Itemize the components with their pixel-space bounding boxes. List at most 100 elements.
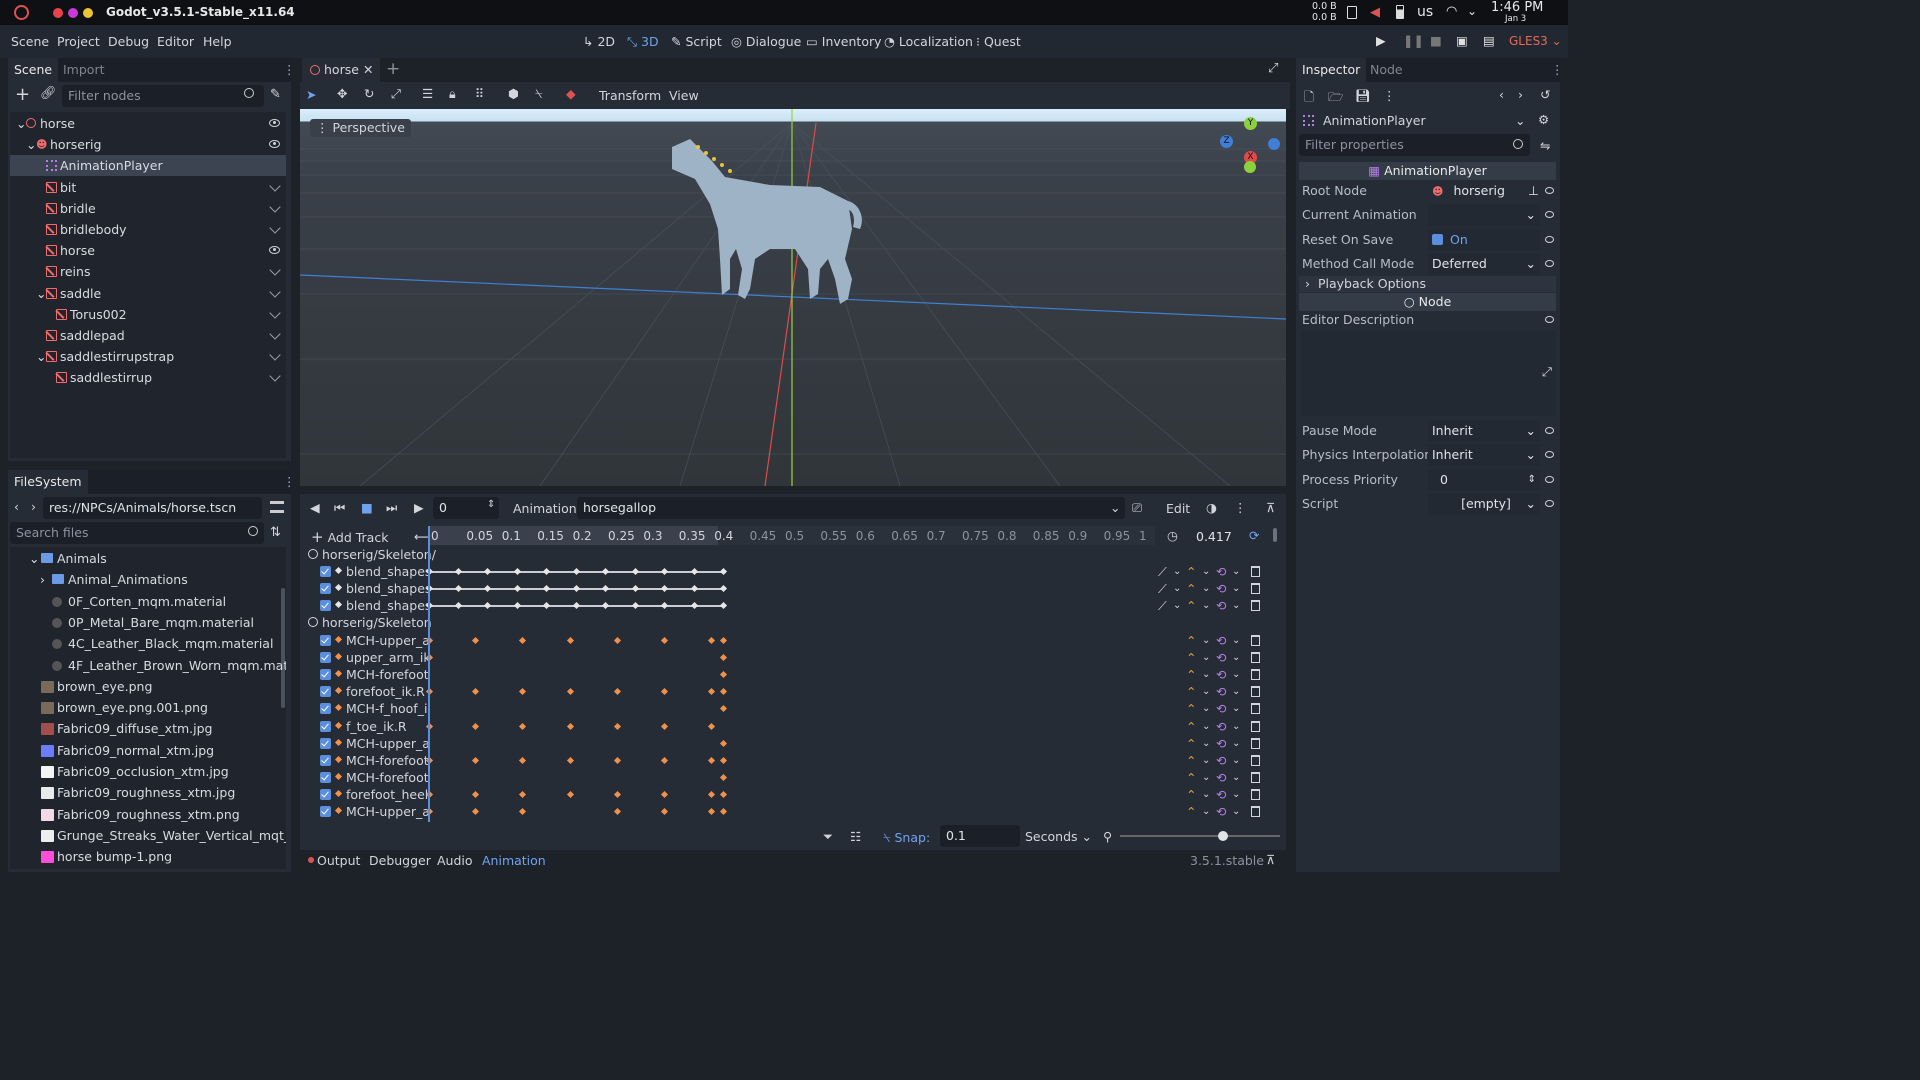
loop-wrap-icon[interactable]: ⟲ bbox=[1216, 718, 1226, 735]
workspace-localization-button[interactable]: ◔ Localization bbox=[884, 34, 973, 49]
scene-tree-item[interactable]: saddlepad bbox=[10, 325, 286, 346]
loop-wrap-icon[interactable]: ⟲ bbox=[1216, 666, 1226, 683]
snap-step-input[interactable]: 0.1 bbox=[940, 825, 1020, 847]
animation-track[interactable]: MCH-f_hoof_ik ⌃ ⌄ ⟲ ⌄ bbox=[306, 700, 1272, 717]
split-view-icon[interactable] bbox=[270, 501, 284, 513]
play-scene-icon[interactable]: ▣ bbox=[1456, 33, 1468, 48]
timeline-scrollbar[interactable] bbox=[1273, 528, 1277, 542]
track-enabled-checkbox[interactable] bbox=[320, 788, 331, 800]
history-icon[interactable]: ↺ bbox=[1540, 87, 1550, 102]
reset-icon[interactable] bbox=[1545, 260, 1554, 267]
group-icon[interactable]: ⠿ bbox=[475, 86, 484, 101]
chevron-down-icon[interactable]: ⌄ bbox=[1232, 563, 1240, 580]
history-back-icon[interactable]: ‹ bbox=[1499, 87, 1504, 102]
file-list-item[interactable]: Fabric09_roughness_xtm.jpg bbox=[10, 782, 286, 803]
keyframe[interactable] bbox=[613, 688, 622, 696]
visibility-toggle-icon[interactable] bbox=[269, 201, 281, 213]
interpolation-icon[interactable]: ⌃ bbox=[1186, 700, 1196, 717]
keyframe[interactable] bbox=[518, 722, 527, 730]
snap-icon[interactable]: ⍀ bbox=[535, 86, 543, 102]
play-custom-scene-icon[interactable]: ▤ bbox=[1483, 33, 1495, 48]
scene-tree-item[interactable]: ⌄ ☻ horserig bbox=[10, 134, 286, 155]
animation-track[interactable]: forefoot_ik.R ⌃ ⌄ ⟲ ⌄ bbox=[306, 683, 1272, 700]
chevron-down-icon[interactable]: ⌄ bbox=[1232, 580, 1240, 597]
interpolation-icon[interactable]: ⌃ bbox=[1186, 803, 1196, 820]
view-menu[interactable]: View bbox=[669, 88, 699, 103]
scene-tree-item[interactable]: ⌄ saddlestirrupstrap bbox=[10, 346, 286, 367]
track-enabled-checkbox[interactable] bbox=[320, 703, 331, 715]
stop-animation-icon[interactable]: ■ bbox=[361, 500, 373, 515]
new-resource-icon[interactable]: 🗋︎ bbox=[1304, 88, 1314, 109]
keyframe[interactable] bbox=[707, 807, 716, 816]
keyboard-layout[interactable]: us bbox=[1417, 4, 1433, 20]
assign-node-icon[interactable]: ⊥ bbox=[1528, 180, 1539, 202]
chevron-down-icon[interactable]: ⌄ bbox=[1232, 683, 1240, 700]
keyframe[interactable] bbox=[719, 807, 728, 816]
keyframe[interactable] bbox=[542, 567, 551, 576]
loop-wrap-icon[interactable]: ⟲ bbox=[1216, 752, 1226, 769]
add-track-button[interactable]: + Add Track bbox=[311, 528, 388, 546]
delete-track-icon[interactable] bbox=[1251, 806, 1260, 817]
delete-track-icon[interactable] bbox=[1251, 566, 1260, 577]
volume-muted-icon[interactable]: ◀ bbox=[1370, 5, 1380, 20]
loop-wrap-icon[interactable]: ⟲ bbox=[1216, 632, 1226, 649]
distraction-free-icon[interactable]: ⤢ bbox=[1268, 61, 1278, 76]
keyframe[interactable] bbox=[601, 602, 610, 610]
keyframe[interactable] bbox=[601, 567, 610, 576]
spin-arrows-icon[interactable]: ⇕ bbox=[1528, 469, 1536, 491]
chevron-down-icon[interactable]: ⌄ bbox=[1202, 580, 1210, 597]
inspector-menu-icon[interactable]: ⋮ bbox=[1551, 62, 1564, 77]
keyframe[interactable] bbox=[471, 688, 480, 696]
track-enabled-checkbox[interactable] bbox=[320, 583, 331, 595]
menu-scene[interactable]: Scene bbox=[11, 34, 49, 49]
renderer-selector[interactable]: GLES3 ⌄ bbox=[1509, 34, 1562, 48]
snap-unit-select[interactable]: Seconds ⌄ bbox=[1025, 829, 1092, 844]
keyframe[interactable] bbox=[483, 585, 492, 593]
reset-icon[interactable] bbox=[1545, 316, 1554, 323]
track-enabled-checkbox[interactable] bbox=[320, 566, 331, 577]
chevron-down-icon[interactable]: ⌄ bbox=[1232, 700, 1240, 717]
keyframe[interactable] bbox=[566, 688, 575, 696]
visibility-eye-icon[interactable] bbox=[269, 140, 280, 149]
scene-tree-item[interactable]: bridlebody bbox=[10, 219, 286, 240]
keyframe[interactable] bbox=[518, 636, 527, 645]
chevron-down-icon[interactable]: ⌄ bbox=[1232, 769, 1240, 786]
keyframe[interactable] bbox=[660, 585, 669, 593]
keyframe[interactable] bbox=[631, 567, 640, 576]
animation-track[interactable]: blend_shapes/ ⟋ ⌄ ⌃ ⌄ ⟲ ⌄ bbox=[306, 563, 1272, 580]
chevron-down-icon[interactable]: ⌄ bbox=[29, 548, 39, 569]
keyframe[interactable] bbox=[471, 722, 480, 730]
chevron-down-icon[interactable]: ⌄ bbox=[1173, 580, 1181, 597]
interpolation-icon[interactable]: ⌃ bbox=[1186, 580, 1196, 597]
tab-import[interactable]: Import bbox=[57, 58, 111, 82]
playhead[interactable] bbox=[428, 526, 430, 822]
interpolation-icon[interactable]: ⌃ bbox=[1186, 683, 1196, 700]
close-window-button[interactable] bbox=[53, 8, 63, 18]
interpolation-icon[interactable]: ⌃ bbox=[1186, 563, 1196, 580]
current-animation-select[interactable]: ⌄ bbox=[1428, 204, 1540, 226]
track-enabled-checkbox[interactable] bbox=[320, 686, 331, 698]
gizmo-y-axis[interactable]: Y bbox=[1244, 117, 1257, 130]
track-group-header[interactable]: horserig/Skeleton/ bbox=[306, 546, 1272, 563]
loop-wrap-icon[interactable]: ⟲ bbox=[1216, 649, 1226, 666]
keyframe[interactable] bbox=[518, 807, 527, 816]
method-call-mode-select[interactable]: Deferred ⌄ bbox=[1428, 253, 1540, 275]
fs-menu-icon[interactable]: ⋮ bbox=[283, 474, 296, 489]
visibility-toggle-icon[interactable] bbox=[269, 264, 281, 277]
system-menu-chevron-icon[interactable]: ⌄ bbox=[1467, 4, 1477, 18]
skeleton-icon[interactable]: ◆ bbox=[566, 86, 576, 101]
forward-icon[interactable]: › bbox=[31, 499, 36, 514]
keyframe[interactable] bbox=[566, 756, 575, 764]
visibility-toggle-icon[interactable] bbox=[269, 222, 281, 234]
file-list-item[interactable]: 0F_Corten_mqm.material bbox=[10, 591, 286, 612]
keyframe[interactable] bbox=[719, 688, 728, 696]
back-icon[interactable]: ‹ bbox=[14, 499, 19, 514]
keyframe[interactable] bbox=[707, 688, 716, 696]
gizmo-neg-y-axis[interactable] bbox=[1244, 161, 1256, 173]
pause-mode-select[interactable]: Inherit ⌄ bbox=[1428, 420, 1540, 442]
view-gizmo[interactable]: Y Z X bbox=[1218, 115, 1280, 175]
resource-menu-icon[interactable]: ⋮ bbox=[1383, 88, 1396, 103]
loop-wrap-icon[interactable]: ⟲ bbox=[1216, 803, 1226, 820]
animation-track[interactable]: forefoot_heel_i ⌃ ⌄ ⟲ ⌄ bbox=[306, 786, 1272, 803]
editor-description-textarea[interactable]: ⤢ bbox=[1301, 330, 1556, 416]
